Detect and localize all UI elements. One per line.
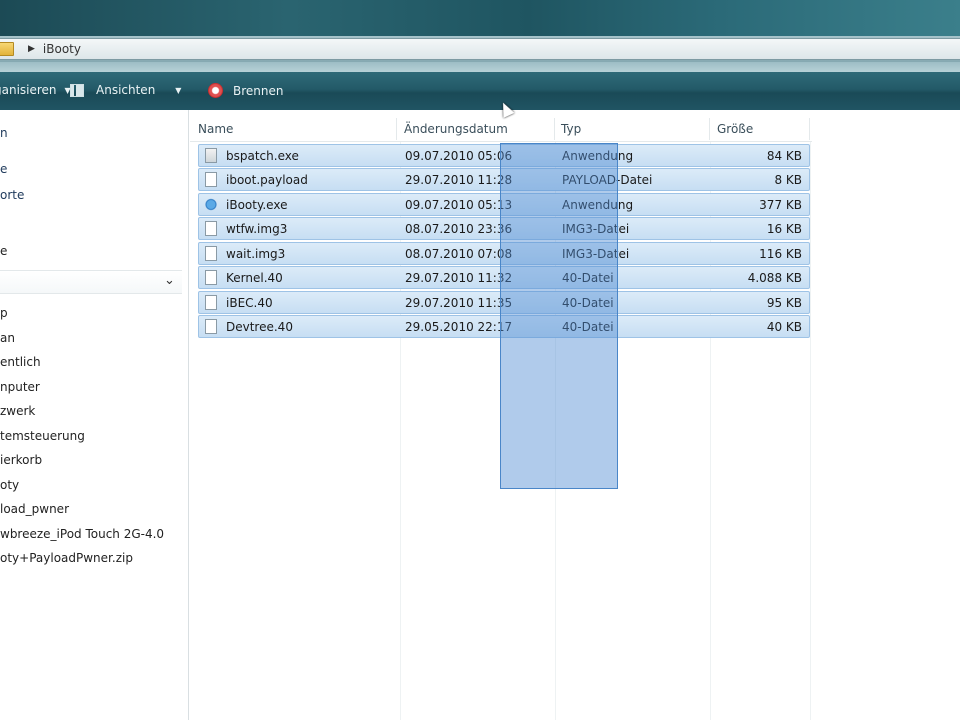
file-name: Kernel.40 [226, 271, 283, 285]
file-size: 84 KB [766, 149, 802, 163]
sidebar-item-folders[interactable]: e [0, 244, 7, 258]
file-size: 95 KB [766, 296, 802, 310]
sidebar-item-computer[interactable]: nputer [0, 380, 40, 394]
file-icon [205, 295, 217, 310]
views-button[interactable]: Ansichten ▼ [70, 83, 181, 97]
file-icon [205, 246, 217, 261]
column-header-date[interactable]: Änderungsdatum [404, 118, 555, 140]
file-date: 08.07.2010 23:36 [405, 222, 513, 236]
window-title-bar [0, 0, 960, 36]
drag-selection-rectangle [500, 143, 618, 489]
file-icon [205, 221, 217, 236]
file-date: 08.07.2010 07:08 [405, 247, 513, 261]
chevron-down-icon: ▼ [175, 85, 182, 95]
file-size: 16 KB [766, 222, 802, 236]
chevron-down-icon[interactable]: ⌄ [164, 273, 175, 288]
sidebar-item-desktop[interactable]: e [0, 162, 7, 176]
sidebar-item-control-panel[interactable]: temsteuerung [0, 429, 85, 443]
file-size: 377 KB [759, 198, 802, 212]
app-icon [205, 197, 217, 212]
file-icon [205, 270, 217, 285]
file-name: iBEC.40 [226, 296, 273, 310]
breadcrumb-arrow-icon[interactable]: ▶ [28, 44, 35, 54]
sidebar-item-network[interactable]: zwerk [0, 404, 35, 418]
sidebar-item-favorites[interactable]: n [0, 126, 8, 140]
column-header-name[interactable]: Name [198, 118, 397, 140]
sidebar-item-recent-places[interactable]: orte [0, 188, 24, 202]
file-size: 4.088 KB [747, 271, 802, 285]
organize-button[interactable]: ganisieren ▼ [0, 83, 71, 97]
address-bar[interactable]: ▶ iBooty [0, 36, 960, 62]
navigation-pane: n e orte e ⌄ p an entlich nputer zwerk t… [0, 110, 189, 720]
file-icon [205, 172, 217, 187]
file-size: 8 KB [774, 173, 802, 187]
sidebar-item-payload-pwner[interactable]: load_pwner [0, 502, 69, 516]
sidebar-item-recycle-bin[interactable]: ierkorb [0, 453, 42, 467]
views-icon [70, 83, 84, 97]
organize-label: ganisieren [0, 83, 57, 97]
column-header-type[interactable]: Typ [561, 118, 710, 140]
exe-icon [205, 148, 217, 163]
address-field[interactable]: ▶ iBooty [0, 38, 960, 60]
file-date: 09.07.2010 05:06 [405, 149, 513, 163]
burn-disc-icon [208, 83, 223, 98]
file-name: iboot.payload [226, 173, 308, 187]
column-divider [810, 142, 811, 720]
file-size: 40 KB [766, 320, 802, 334]
sidebar-item-desktop-folder[interactable]: p [0, 306, 8, 320]
file-date: 29.07.2010 11:28 [405, 173, 513, 187]
sidebar-item-public[interactable]: entlich [0, 355, 41, 369]
views-label: Ansichten [96, 83, 156, 97]
file-size: 116 KB [759, 247, 802, 261]
header-divider [190, 141, 812, 142]
file-name: iBooty.exe [226, 198, 288, 212]
sidebar-item-ibooty[interactable]: oty [0, 478, 19, 492]
file-icon [205, 319, 217, 334]
file-name: Devtree.40 [226, 320, 293, 334]
file-name: wait.img3 [226, 247, 286, 261]
column-header-size[interactable]: Größe [717, 118, 810, 140]
command-bar: ganisieren ▼ Ansichten ▼ Brennen [0, 72, 960, 110]
folder-icon [0, 42, 14, 56]
burn-label: Brennen [233, 83, 284, 98]
file-name: wtfw.img3 [226, 222, 288, 236]
burn-button[interactable]: Brennen [208, 83, 283, 98]
file-date: 29.07.2010 11:32 [405, 271, 513, 285]
sidebar-item-user[interactable]: an [0, 331, 15, 345]
sidebar-item-zip-file[interactable]: oty+PayloadPwner.zip [0, 551, 133, 565]
breadcrumb-iBooty[interactable]: iBooty [43, 42, 81, 56]
file-name: bspatch.exe [226, 149, 299, 163]
file-date: 09.07.2010 05:13 [405, 198, 513, 212]
file-date: 29.05.2010 22:17 [405, 320, 513, 334]
sidebar-item-redsn0w-folder[interactable]: wbreeze_iPod Touch 2G-4.0 [0, 527, 164, 541]
folders-header[interactable]: ⌄ [0, 270, 182, 294]
address-bar-bottom [0, 62, 960, 72]
file-date: 29.07.2010 11:35 [405, 296, 513, 310]
